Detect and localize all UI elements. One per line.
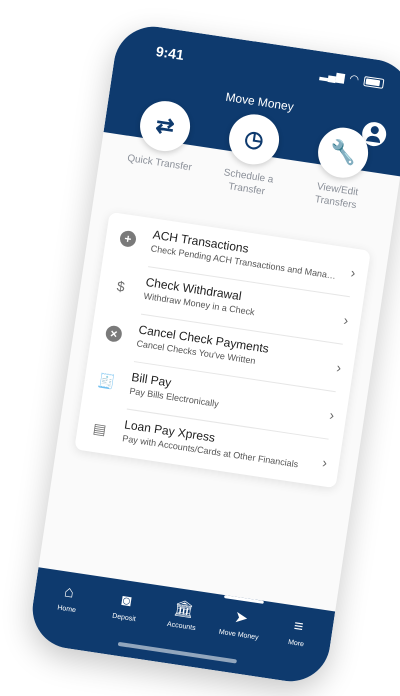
status-icons: ▂▄▆ ◠ [319, 68, 385, 90]
bill-icon: 🧾 [96, 371, 117, 390]
signal-icon: ▂▄▆ [319, 68, 346, 85]
chevron-right-icon: › [321, 454, 329, 471]
quick-action-label: Schedule a Transfer [222, 167, 275, 198]
chevron-right-icon: › [349, 264, 357, 281]
wrench-icon: 🔧 [314, 124, 372, 182]
battery-icon [363, 75, 385, 89]
menu-icon: ≡ [292, 617, 305, 636]
chevron-right-icon: › [328, 406, 336, 424]
plus-circle-icon: + [118, 229, 138, 248]
bank-icon: 🏛 [172, 599, 196, 620]
tab-move-money[interactable]: ➤ Move Money [212, 606, 268, 642]
clock-icon: ◷ [225, 110, 283, 168]
send-icon: ➤ [233, 608, 250, 628]
tab-home[interactable]: ⌂ Home [40, 580, 96, 616]
home-indicator [117, 641, 237, 664]
schedule-transfer-button[interactable]: ◷ Schedule a Transfer [202, 109, 297, 230]
quick-action-label: Quick Transfer [126, 152, 193, 174]
tab-more[interactable]: ≡ More [270, 615, 326, 651]
quick-action-label: View/Edit Transfers [314, 181, 359, 212]
status-time: 9:41 [154, 43, 185, 63]
tab-accounts[interactable]: 🏛 Accounts [155, 597, 211, 633]
chevron-right-icon: › [342, 311, 350, 329]
transfer-arrows-icon: ⇄ [136, 97, 194, 155]
chevron-right-icon: › [335, 359, 343, 376]
tab-deposit[interactable]: ◙ Deposit [98, 589, 154, 625]
loan-icon: ▤ [91, 419, 108, 438]
tab-bar: ⌂ Home ◙ Deposit 🏛 Accounts ➤ Move Money… [27, 567, 336, 687]
cancel-circle-icon: × [104, 324, 123, 343]
home-icon: ⌂ [63, 583, 76, 602]
view-edit-transfers-button[interactable]: 🔧 View/Edit Transfers [291, 122, 386, 243]
wifi-icon: ◠ [348, 72, 360, 87]
phone-screen: 9:41 ▂▄▆ ◠ Move Money ⇄ Quick Transfer ◷… [27, 21, 400, 687]
menu-item-subtitle: Pay with Accounts/Cards at Other Financi… [121, 433, 299, 470]
move-money-menu: + ACH Transactions Check Pending ACH Tra… [74, 211, 371, 489]
camera-icon: ◙ [120, 591, 133, 611]
dollar-icon: $ [115, 277, 126, 295]
quick-transfer-button[interactable]: ⇄ Quick Transfer [113, 95, 208, 216]
